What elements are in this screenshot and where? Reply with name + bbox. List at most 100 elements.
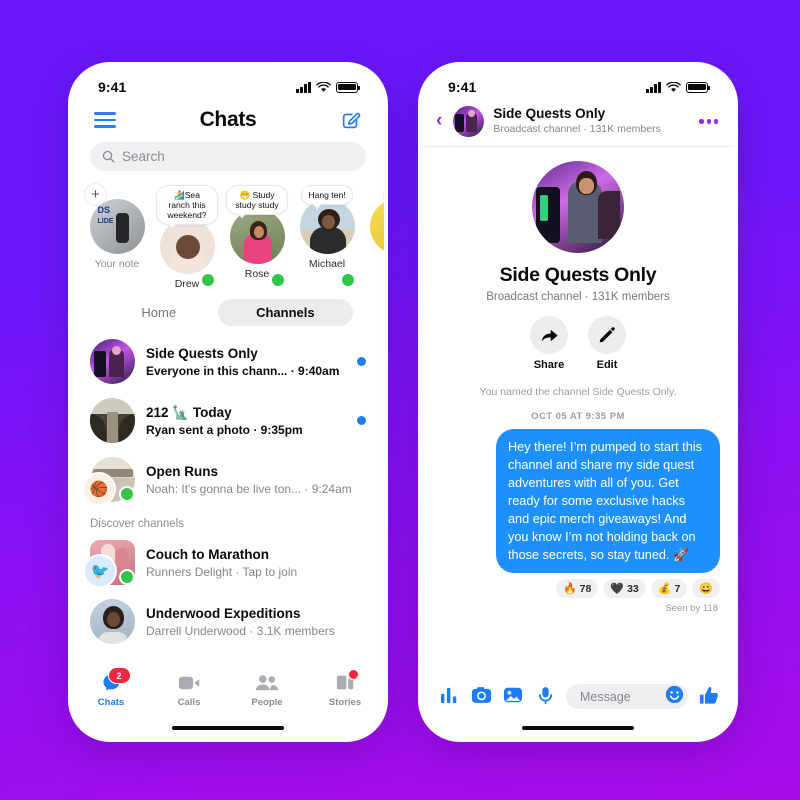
search-area: Search (72, 138, 384, 179)
search-input[interactable]: Search (90, 142, 366, 171)
chat-bubble-icon: 2 (101, 667, 131, 693)
cellular-bars-icon (646, 81, 661, 93)
note-label: Michael (308, 258, 346, 270)
avatar (369, 199, 384, 254)
note-your-note[interactable]: . DSLIDE + Your note (85, 184, 148, 290)
chat-row-open-runs[interactable]: 🏀 Open Runs Noah: It's gonna be live ton… (72, 450, 384, 509)
status-indicators (296, 81, 360, 93)
tab-channels[interactable]: Channels (218, 299, 353, 327)
channel-profile: Side Quests Only Broadcast channel · 131… (422, 147, 734, 371)
phone-left: 9:41 Chats Search DS LIDE + Your note 🏄S… (68, 62, 388, 742)
segmented-tabs[interactable]: Home Channels (72, 292, 384, 332)
chat-row-side-quests-only[interactable]: Side Quests Only Everyone in this chann.… (72, 332, 384, 391)
pencil-edit-icon (588, 316, 626, 354)
chat-row-underwood-expeditions[interactable]: Underwood Expeditions Darrell Underwood … (72, 592, 384, 651)
wifi-icon (316, 81, 331, 92)
home-indicator (522, 725, 634, 730)
note-drew[interactable]: 🏄Sea ranch this weekend? Drew (156, 185, 218, 290)
note-bubble-text: 😁 Study study study (226, 185, 288, 215)
battery-icon (686, 81, 710, 93)
reaction-money[interactable]: 💰 7 (650, 579, 688, 599)
note-rose[interactable]: 😁 Study study study Rose (226, 185, 288, 290)
avatar (90, 339, 135, 385)
cellular-bars-icon (296, 81, 311, 93)
action-label: Share (533, 359, 565, 371)
chat-subtitle: Everyone in this chann... · 9:40am (146, 364, 340, 379)
reaction-count: 7 (674, 582, 681, 595)
chevron-left-icon[interactable]: ‹ (436, 111, 444, 132)
chat-list: Side Quests Only Everyone in this chann.… (72, 332, 384, 655)
tab-people[interactable]: People (228, 672, 306, 708)
chats-header: Chats (72, 104, 384, 138)
add-reaction-button[interactable]: 😀 (692, 579, 720, 599)
channel-name: Side Quests Only (493, 106, 606, 122)
microphone-icon[interactable] (534, 684, 556, 706)
message-input[interactable]: Message (566, 684, 688, 709)
message-row: Hey there! I’m pumped to start this chan… (422, 422, 734, 574)
tab-calls[interactable]: Calls (150, 672, 228, 708)
thumbs-up-icon[interactable] (698, 684, 720, 706)
channel-avatar-large (532, 161, 624, 253)
add-note-button[interactable]: + (85, 184, 106, 205)
search-icon (102, 150, 115, 163)
reaction-count: 33 (627, 582, 639, 595)
notes-row[interactable]: . DSLIDE + Your note 🏄Sea ranch this wee… (72, 179, 384, 292)
chat-title: 212 🗽 Today (146, 404, 232, 420)
money-bag-emoji-icon: 💰 (657, 583, 672, 596)
chat-title: Side Quests Only (146, 345, 258, 361)
status-bar-right: 9:41 (422, 66, 734, 104)
avatar: 🏀 (82, 457, 135, 507)
message-reactions: 🔥 78 🖤 33 💰 7 😀 (422, 573, 734, 599)
phone-left-screen: 9:41 Chats Search DS LIDE + Your note 🏄S… (72, 66, 384, 738)
chat-subtitle: Ryan sent a photo · 9:35pm (146, 423, 303, 438)
chat-subtitle: Darrell Underwood · 3.1K members (146, 624, 335, 639)
channel-meta-text: Broadcast channel · 131K members (486, 291, 670, 303)
search-placeholder: Search (122, 149, 165, 164)
channel-meta: Side Quests Only Broadcast channel · 131… (493, 106, 690, 137)
camera-icon[interactable] (470, 684, 492, 706)
chat-row-212-today[interactable]: 212 🗽 Today Ryan sent a photo · 9:35pm (72, 391, 384, 450)
photo-gallery-icon[interactable] (502, 684, 524, 706)
phone-right-screen: 9:41 ‹ Side Quests Only Broadcast channe… (422, 66, 734, 738)
message-placeholder: Message (580, 689, 631, 704)
share-button[interactable]: Share (530, 316, 568, 371)
status-bar-left: 9:41 (72, 66, 384, 104)
chat-title: Open Runs (146, 463, 219, 479)
compose-pencil-icon[interactable] (340, 109, 362, 131)
smiley-face-icon[interactable] (665, 685, 684, 709)
status-time: 9:41 (448, 79, 477, 95)
avatar (299, 199, 355, 254)
tab-chats[interactable]: 2 Chats (72, 667, 150, 708)
more-horizontal-icon[interactable] (699, 119, 718, 124)
online-status-dot (200, 272, 216, 289)
reaction-fire[interactable]: 🔥 78 (555, 579, 599, 599)
tab-home[interactable]: Home (103, 299, 214, 326)
note-michael[interactable]: Hang ten! Michael (296, 185, 358, 290)
discover-channels-label: Discover channels (90, 518, 184, 531)
avatar (90, 599, 135, 645)
tab-stories[interactable]: Stories (306, 669, 384, 708)
chat-row-couch-to-marathon[interactable]: 🐦 Couch to Marathon Runners Delight · Ta… (72, 533, 384, 592)
note-bubble-text: Hang ten! (301, 185, 353, 205)
chat-title: Couch to Marathon (146, 546, 269, 562)
status-indicators (646, 81, 710, 93)
chat-text: Side Quests Only Everyone in this chann.… (146, 345, 346, 380)
message-bubble[interactable]: Hey there! I’m pumped to start this chan… (496, 429, 720, 574)
add-smiley-icon: 😀 (699, 583, 713, 596)
chat-text: 212 🗽 Today Ryan sent a photo · 9:35pm (146, 404, 346, 439)
share-arrow-icon (530, 316, 568, 354)
poll-bars-icon[interactable] (438, 684, 460, 706)
note-partial[interactable]: Lov (366, 185, 384, 290)
tab-label: People (251, 697, 283, 708)
avatar[interactable] (453, 106, 485, 137)
hamburger-menu-icon[interactable] (94, 112, 116, 128)
reaction-heart[interactable]: 🖤 33 (603, 579, 646, 599)
black-heart-emoji-icon: 🖤 (610, 583, 625, 596)
avatar (90, 398, 135, 444)
video-camera-icon (178, 672, 201, 693)
message-timestamp: OCT 05 AT 9:35 PM (531, 411, 625, 422)
fire-emoji-icon: 🔥 (562, 583, 577, 596)
edit-button[interactable]: Edit (588, 316, 626, 371)
online-status-dot (340, 272, 356, 289)
chat-subtitle: Noah: It's gonna be live ton... · 9:24am (146, 482, 352, 497)
